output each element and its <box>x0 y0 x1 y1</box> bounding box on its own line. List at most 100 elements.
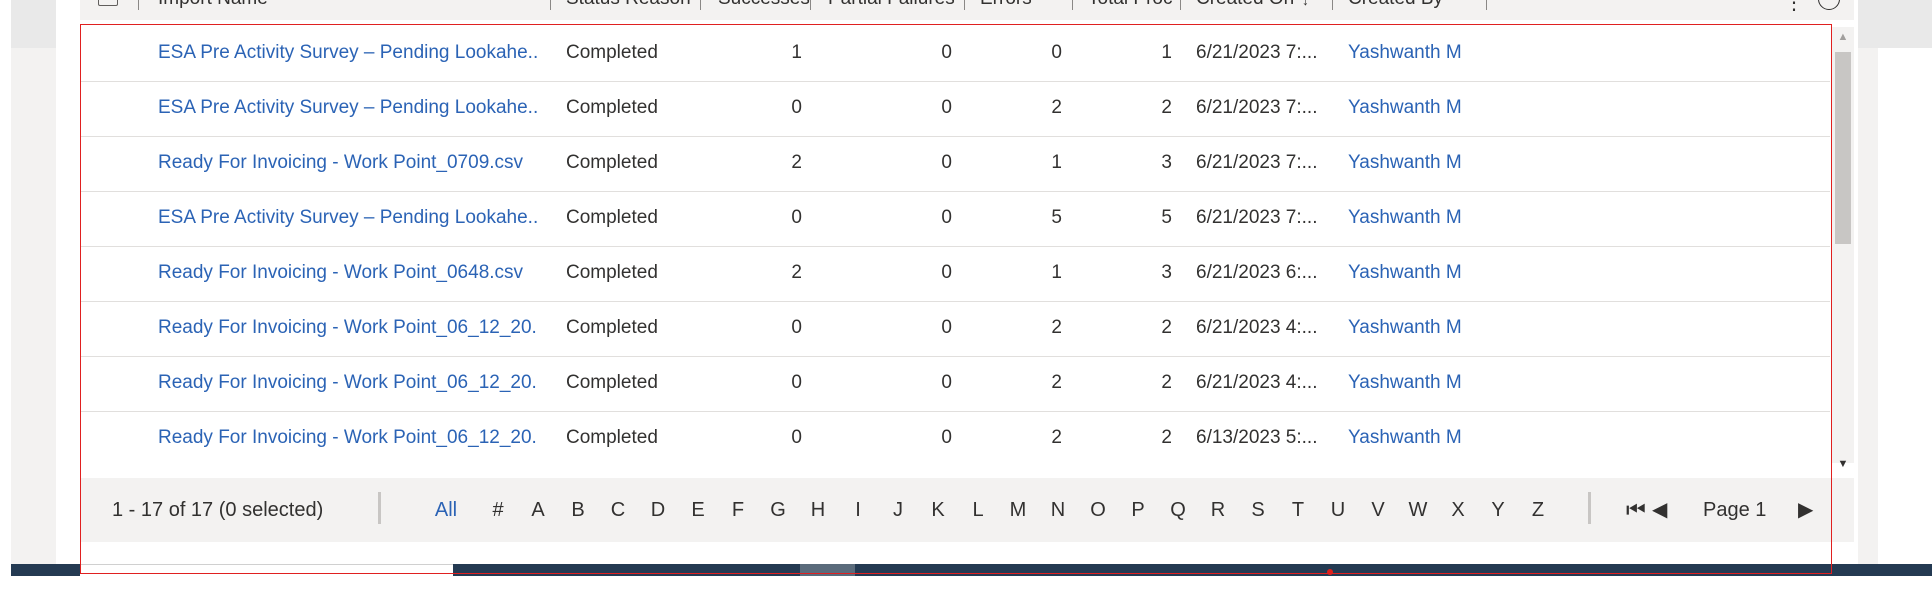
jump-bar-l[interactable]: L <box>962 478 994 542</box>
select-all-checkbox[interactable] <box>98 0 118 6</box>
table-row[interactable]: Ready For Invoicing - Work Point_06_12_2… <box>80 357 1830 412</box>
created-by-link[interactable]: Yashwanth M <box>1348 137 1488 192</box>
created-by-link[interactable]: Yashwanth M <box>1348 27 1488 82</box>
jump-bar-q[interactable]: Q <box>1162 478 1194 542</box>
record-count: 1 - 17 of 17 (0 selected) <box>112 499 324 521</box>
table-row[interactable]: ESA Pre Activity Survey – Pending Lookah… <box>80 27 1830 82</box>
column-header-total-processed[interactable]: Total Proc <box>1088 0 1172 10</box>
jump-bar-t[interactable]: T <box>1282 478 1314 542</box>
bottom-bar-segment <box>800 564 855 576</box>
table-row[interactable]: Ready For Invoicing - Work Point_06_12_2… <box>80 412 1830 463</box>
table-row[interactable]: ESA Pre Activity Survey – Pending Lookah… <box>80 192 1830 247</box>
status-reason: Completed <box>566 97 658 118</box>
import-name-link[interactable]: Ready For Invoicing - Work Point_06_12_2… <box>158 412 538 463</box>
created-on-value: 6/21/2023 7:... <box>1196 152 1318 173</box>
jump-bar-j[interactable]: J <box>882 478 914 542</box>
column-divider <box>1072 0 1073 10</box>
column-options-icon[interactable]: ⋮ <box>1784 0 1804 15</box>
table-row[interactable]: Ready For Invoicing - Work Point_06_12_2… <box>80 302 1830 357</box>
status-reason: Completed <box>566 317 658 338</box>
import-name-link[interactable]: ESA Pre Activity Survey – Pending Lookah… <box>158 82 538 137</box>
column-header-partial-failures[interactable]: Partial Failures <box>828 0 955 10</box>
errors-value: 2 <box>1051 372 1062 393</box>
scroll-down-icon[interactable]: ▼ <box>1835 458 1851 470</box>
jump-bar-h[interactable]: H <box>802 478 834 542</box>
jump-bar-k[interactable]: K <box>922 478 954 542</box>
jump-bar-r[interactable]: R <box>1202 478 1234 542</box>
total-processed-value: 2 <box>1161 427 1172 448</box>
jump-bar-p[interactable]: P <box>1122 478 1154 542</box>
errors-value: 5 <box>1051 207 1062 228</box>
scrollbar-thumb[interactable] <box>1835 52 1851 244</box>
jump-bar-y[interactable]: Y <box>1482 478 1514 542</box>
jump-bar-e[interactable]: E <box>682 478 714 542</box>
jump-bar-hash[interactable]: # <box>482 478 514 542</box>
column-header-created-by[interactable]: Created By <box>1348 0 1443 10</box>
jump-bar-a[interactable]: A <box>522 478 554 542</box>
bottom-bar-segment <box>80 564 453 576</box>
status-dot <box>1327 569 1333 575</box>
successes-value: 0 <box>791 317 802 338</box>
grid-footer: 1 - 17 of 17 (0 selected) All # A B C D … <box>80 478 1854 542</box>
total-processed-value: 2 <box>1161 97 1172 118</box>
table-row[interactable]: Ready For Invoicing - Work Point_0648.cs… <box>80 247 1830 302</box>
partial-failures-value: 0 <box>941 97 952 118</box>
created-by-link[interactable]: Yashwanth M <box>1348 302 1488 357</box>
column-divider <box>810 0 811 10</box>
info-icon[interactable] <box>1818 0 1840 10</box>
created-on-value: 6/13/2023 5:... <box>1196 427 1318 448</box>
jump-bar-c[interactable]: C <box>602 478 634 542</box>
status-reason: Completed <box>566 42 658 63</box>
jump-bar-all[interactable]: All <box>426 478 466 542</box>
jump-bar-g[interactable]: G <box>762 478 794 542</box>
table-row[interactable]: ESA Pre Activity Survey – Pending Lookah… <box>80 82 1830 137</box>
column-header-import-name[interactable]: Import Name <box>158 0 268 10</box>
import-name-link[interactable]: Ready For Invoicing - Work Point_06_12_2… <box>158 302 538 357</box>
created-by-link[interactable]: Yashwanth M <box>1348 412 1488 463</box>
jump-bar-n[interactable]: N <box>1042 478 1074 542</box>
column-header-errors[interactable]: Errors <box>980 0 1032 10</box>
jump-bar-i[interactable]: I <box>842 478 874 542</box>
jump-bar-o[interactable]: O <box>1082 478 1114 542</box>
jump-bar-v[interactable]: V <box>1362 478 1394 542</box>
created-on-value: 6/21/2023 7:... <box>1196 97 1318 118</box>
column-header-successes[interactable]: Successes <box>718 0 810 10</box>
column-divider <box>1486 0 1487 10</box>
import-name-link[interactable]: ESA Pre Activity Survey – Pending Lookah… <box>158 192 538 247</box>
scroll-up-icon[interactable]: ▲ <box>1835 31 1851 43</box>
previous-page-icon[interactable]: ◀ <box>1652 478 1667 542</box>
created-by-link[interactable]: Yashwanth M <box>1348 192 1488 247</box>
jump-bar-m[interactable]: M <box>1002 478 1034 542</box>
jump-bar-s[interactable]: S <box>1242 478 1274 542</box>
first-page-icon[interactable]: ⏮ <box>1626 478 1646 542</box>
grid-header: Import Name Status Reason Successes Part… <box>80 0 1854 20</box>
import-name-link[interactable]: Ready For Invoicing - Work Point_06_12_2… <box>158 357 538 412</box>
partial-failures-value: 0 <box>941 262 952 283</box>
jump-bar-d[interactable]: D <box>642 478 674 542</box>
import-name-link[interactable]: Ready For Invoicing - Work Point_0709.cs… <box>158 137 538 192</box>
top-band-left <box>11 0 56 48</box>
created-by-link[interactable]: Yashwanth M <box>1348 247 1488 302</box>
jump-bar-b[interactable]: B <box>562 478 594 542</box>
created-by-link[interactable]: Yashwanth M <box>1348 357 1488 412</box>
created-by-link[interactable]: Yashwanth M <box>1348 82 1488 137</box>
import-name-link[interactable]: ESA Pre Activity Survey – Pending Lookah… <box>158 27 538 82</box>
jump-bar-z[interactable]: Z <box>1522 478 1554 542</box>
created-on-value: 6/21/2023 4:... <box>1196 317 1318 338</box>
partial-failures-value: 0 <box>941 317 952 338</box>
jump-bar-w[interactable]: W <box>1402 478 1434 542</box>
table-row[interactable]: Ready For Invoicing - Work Point_0709.cs… <box>80 137 1830 192</box>
partial-failures-value: 0 <box>941 372 952 393</box>
import-name-link[interactable]: Ready For Invoicing - Work Point_0648.cs… <box>158 247 538 302</box>
top-band-right <box>1858 0 1932 48</box>
column-header-status-reason[interactable]: Status Reason <box>566 0 691 10</box>
partial-failures-value: 0 <box>941 42 952 63</box>
next-page-icon[interactable]: ▶ <box>1798 478 1813 542</box>
jump-bar-f[interactable]: F <box>722 478 754 542</box>
jump-bar-x[interactable]: X <box>1442 478 1474 542</box>
successes-value: 0 <box>791 372 802 393</box>
jump-bar-u[interactable]: U <box>1322 478 1354 542</box>
successes-value: 0 <box>791 427 802 448</box>
column-header-created-on[interactable]: Created On <box>1196 0 1294 10</box>
errors-value: 2 <box>1051 427 1062 448</box>
